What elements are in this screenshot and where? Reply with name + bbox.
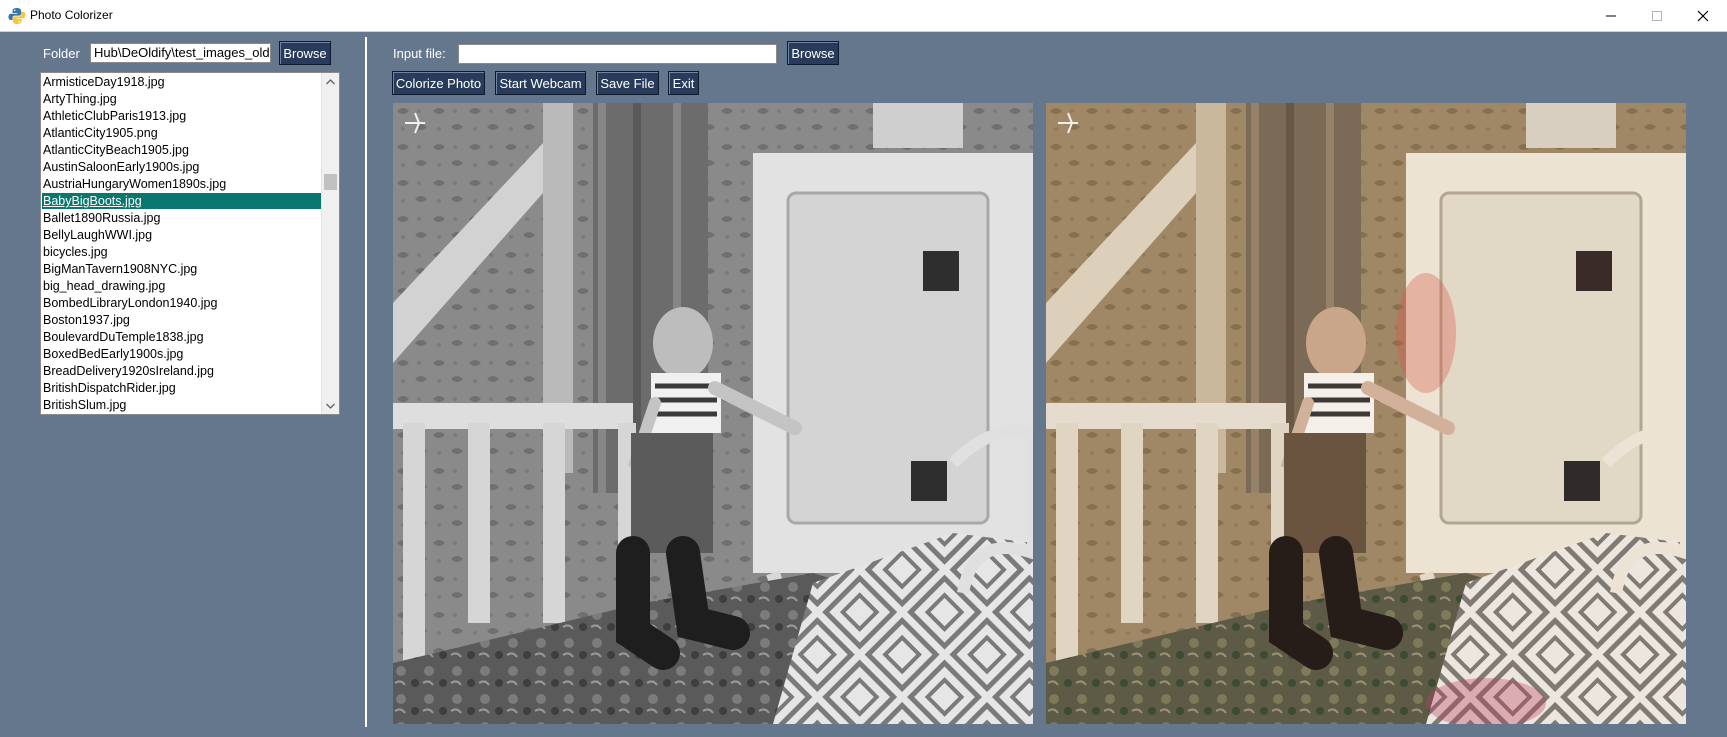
list-item[interactable]: AtlanticCityBeach1905.jpg [42, 142, 323, 158]
panel-divider [365, 37, 367, 727]
list-item[interactable]: BritishDispatchRider.jpg [42, 380, 323, 396]
list-item-selected[interactable]: BabyBigBoots.jpg [42, 193, 323, 209]
chevron-down-icon [326, 403, 335, 409]
colorize-photo-button[interactable]: Colorize Photo [392, 71, 485, 95]
list-item[interactable]: bicycles.jpg [42, 244, 323, 260]
list-item[interactable]: BombedLibraryLondon1940.jpg [42, 295, 323, 311]
list-item[interactable]: AustriaHungaryWomen1890s.jpg [42, 176, 323, 192]
exit-button[interactable]: Exit [668, 71, 699, 95]
list-item[interactable]: ArmisticeDay1918.jpg [42, 74, 323, 90]
list-item[interactable]: Boston1937.jpg [42, 312, 323, 328]
scroll-down-button[interactable] [322, 397, 339, 414]
title-bar: Photo Colorizer [0, 0, 1727, 32]
list-item[interactable]: BreadDelivery1920sIreland.jpg [42, 363, 323, 379]
start-webcam-button[interactable]: Start Webcam [495, 71, 586, 95]
list-item[interactable]: ArtyThing.jpg [42, 91, 323, 107]
python-app-icon [8, 7, 26, 25]
list-item[interactable]: Ballet1890Russia.jpg [42, 210, 323, 226]
list-item[interactable]: BoulevardDuTemple1838.jpg [42, 329, 323, 345]
list-item[interactable]: BritishSlum.jpg [42, 397, 323, 413]
maximize-button[interactable] [1634, 0, 1680, 31]
scroll-up-button[interactable] [322, 73, 339, 90]
list-item[interactable]: BoxedBedEarly1900s.jpg [42, 346, 323, 362]
original-photo [393, 103, 1033, 724]
folder-path-field[interactable]: Hub\DeOldify\test_images_old [90, 43, 271, 63]
folder-browse-button[interactable]: Browse [279, 41, 331, 65]
close-icon [1697, 10, 1709, 21]
list-item[interactable]: BigManTavern1908NYC.jpg [42, 261, 323, 277]
list-item[interactable]: BellyLaughWWI.jpg [42, 227, 323, 243]
scroll-thumb[interactable] [324, 174, 337, 190]
list-item[interactable]: AthleticClubParis1913.jpg [42, 108, 323, 124]
colorized-photo [1046, 103, 1686, 724]
list-item[interactable]: AtlanticCity1905.png [42, 125, 323, 141]
minimize-icon [1606, 15, 1616, 16]
save-file-button[interactable]: Save File [596, 71, 659, 95]
list-scrollbar[interactable] [321, 73, 339, 414]
folder-label: Folder [43, 46, 80, 61]
close-button[interactable] [1680, 0, 1726, 31]
input-browse-button[interactable]: Browse [787, 41, 839, 65]
input-file-field[interactable] [458, 44, 777, 64]
file-listbox[interactable]: ArmisticeDay1918.jpg ArtyThing.jpg Athleti… [40, 72, 340, 415]
window-title: Photo Colorizer [30, 8, 113, 22]
maximize-icon [1652, 10, 1662, 21]
minimize-button[interactable] [1588, 0, 1634, 31]
list-item[interactable]: big_head_drawing.jpg [42, 278, 323, 294]
chevron-up-icon [326, 78, 335, 84]
list-item[interactable]: AustinSaloonEarly1900s.jpg [42, 159, 323, 175]
input-file-label: Input file: [393, 46, 446, 61]
window-content: Folder Hub\DeOldify\test_images_old Brow… [0, 32, 1727, 737]
